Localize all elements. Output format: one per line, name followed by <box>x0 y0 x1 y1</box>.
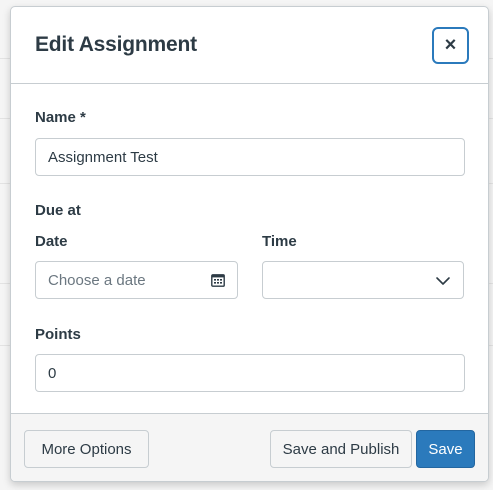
time-label: Time <box>262 233 297 250</box>
more-options-button[interactable]: More Options <box>24 430 149 468</box>
chevron-down-icon <box>436 277 450 285</box>
edit-assignment-dialog: Edit Assignment × Name * Assignment Test… <box>10 6 489 482</box>
save-button[interactable]: Save <box>416 430 475 468</box>
calendar-icon[interactable] <box>211 273 225 287</box>
points-input-value: 0 <box>48 364 57 382</box>
name-input-value: Assignment Test <box>48 148 158 166</box>
date-input[interactable]: Choose a date <box>35 261 238 299</box>
close-button[interactable]: × <box>432 27 469 64</box>
save-and-publish-button[interactable]: Save and Publish <box>270 430 412 468</box>
dialog-footer: More Options Save and Publish Save <box>11 413 488 481</box>
name-input[interactable]: Assignment Test <box>35 138 465 176</box>
points-label: Points <box>35 326 81 343</box>
points-input[interactable]: 0 <box>35 354 465 392</box>
close-icon: × <box>444 34 457 56</box>
date-input-placeholder: Choose a date <box>48 271 146 289</box>
dialog-header: Edit Assignment × <box>11 7 488 84</box>
date-label: Date <box>35 233 68 250</box>
dialog-title: Edit Assignment <box>35 33 197 56</box>
due-at-label: Due at <box>35 202 81 219</box>
time-select[interactable] <box>262 261 464 299</box>
name-label: Name * <box>35 109 86 126</box>
